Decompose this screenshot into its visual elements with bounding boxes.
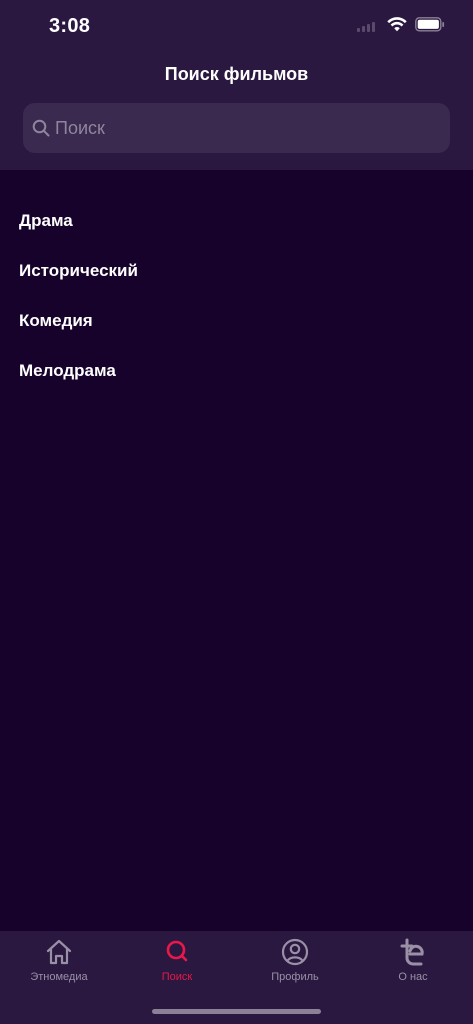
search-screen: 3:08 Поиск фильмов Поиск Драма Историчес…	[0, 0, 473, 1024]
header-area: 3:08 Поиск фильмов Поиск	[0, 0, 473, 170]
tab-about[interactable]: О нас	[354, 937, 472, 997]
profile-icon	[281, 938, 309, 966]
status-bar: 3:08	[0, 0, 473, 54]
genre-item-drama[interactable]: Драма	[0, 196, 473, 246]
home-icon	[46, 939, 72, 965]
tab-label: Поиск	[161, 971, 193, 983]
wifi-icon	[387, 17, 407, 32]
search-icon	[32, 119, 50, 137]
tab-search[interactable]: Поиск	[118, 937, 236, 997]
page-title: Поиск фильмов	[164, 64, 309, 84]
tab-profile[interactable]: Профиль	[236, 937, 354, 997]
genre-list: Драма Исторический Комедия Мелодрама	[0, 196, 473, 396]
tab-label: Этномедиа	[30, 971, 88, 983]
tab-label: Профиль	[271, 971, 319, 983]
home-indicator	[152, 1009, 321, 1014]
search-field[interactable]	[23, 103, 450, 153]
genre-item-historical[interactable]: Исторический	[0, 246, 473, 296]
tab-label: О нас	[398, 971, 428, 983]
search-icon	[166, 940, 188, 962]
tab-ethnomedia[interactable]: Этномедиа	[0, 937, 118, 997]
cellular-signal-icon	[357, 18, 375, 32]
brand-logo-icon	[400, 938, 424, 966]
search-input[interactable]	[55, 103, 435, 153]
status-time: 3:08	[49, 15, 91, 37]
status-icons	[357, 17, 445, 32]
genre-item-melodrama[interactable]: Мелодрама	[0, 346, 473, 396]
genre-item-comedy[interactable]: Комедия	[0, 296, 473, 346]
battery-icon	[415, 17, 445, 32]
